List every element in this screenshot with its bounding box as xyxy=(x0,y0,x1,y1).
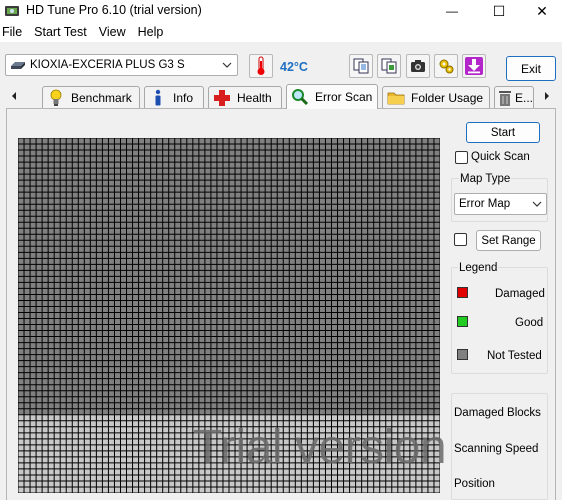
quick-scan-checkbox[interactable] xyxy=(455,151,468,164)
legend-swatch-damaged xyxy=(457,287,468,298)
block-map xyxy=(18,138,440,493)
scanning-speed-label: Scanning Speed xyxy=(454,443,539,455)
set-range-button[interactable]: Set Range xyxy=(476,230,541,251)
tab-label: Error Scan xyxy=(315,90,373,104)
chevron-right-icon xyxy=(545,92,549,100)
tab-info[interactable]: Info xyxy=(144,86,204,108)
map-type-label: Map Type xyxy=(459,173,512,185)
tab-scroll-right[interactable] xyxy=(537,86,557,106)
damaged-blocks-label: Damaged Blocks xyxy=(454,407,541,419)
temperature-button[interactable] xyxy=(249,54,273,78)
legend-label-not-tested: Not Tested xyxy=(487,350,542,362)
menu-view[interactable]: View xyxy=(93,22,132,42)
tab-strip: Benchmark Info Health Error Scan Folder … xyxy=(0,84,562,109)
menu-bar: File Start Test View Help xyxy=(0,22,562,42)
tab-health[interactable]: Health xyxy=(208,86,282,108)
menu-file[interactable]: File xyxy=(0,22,28,42)
copy-screenshot-button[interactable] xyxy=(377,54,401,78)
temperature-readout: 42°C xyxy=(280,60,308,74)
legend-swatch-not-tested xyxy=(457,349,468,360)
close-icon: ✕ xyxy=(536,2,548,19)
tab-label: Health xyxy=(237,90,272,105)
tab-label: Folder Usage xyxy=(411,90,484,105)
legend-label: Legend xyxy=(458,262,499,274)
tab-benchmark[interactable]: Benchmark xyxy=(42,86,140,108)
folder-icon xyxy=(387,89,405,107)
tab-erase[interactable]: E... xyxy=(494,86,534,108)
drive-icon xyxy=(11,62,25,69)
camera-icon xyxy=(411,60,425,72)
minimize-button[interactable]: — xyxy=(430,0,474,22)
tab-label: Info xyxy=(173,90,194,105)
title-bar: HD Tune Pro 6.10 (trial version) — ☐ ✕ xyxy=(0,0,562,22)
wrench-gear-icon xyxy=(439,59,454,74)
copy-image-icon xyxy=(381,58,397,74)
drive-select[interactable]: KIOXIA-EXCERIA PLUS G3 S xyxy=(5,54,238,76)
lightbulb-icon xyxy=(47,89,65,107)
legend-label-damaged: Damaged xyxy=(495,288,545,300)
tab-error-scan[interactable]: Error Scan xyxy=(286,84,378,109)
download-arrow-icon xyxy=(465,57,483,75)
save-button[interactable] xyxy=(462,54,486,78)
menu-help[interactable]: Help xyxy=(132,22,170,42)
health-cross-icon xyxy=(213,89,231,107)
copy-icon xyxy=(353,58,369,74)
window-title: HD Tune Pro 6.10 (trial version) xyxy=(26,3,202,17)
tab-label: E... xyxy=(514,90,533,105)
tab-folder-usage[interactable]: Folder Usage xyxy=(382,86,490,108)
screenshot-button[interactable] xyxy=(406,54,430,78)
tab-scroll-left[interactable] xyxy=(4,86,24,106)
thermometer-icon xyxy=(257,56,265,75)
exit-button[interactable]: Exit xyxy=(506,56,556,81)
minimize-icon: — xyxy=(446,4,458,18)
close-button[interactable]: ✕ xyxy=(520,0,562,22)
start-button[interactable]: Start xyxy=(466,122,540,143)
legend-label-good: Good xyxy=(515,317,544,329)
trash-icon xyxy=(497,89,513,107)
drive-label: KIOXIA-EXCERIA PLUS G3 S xyxy=(30,59,185,71)
maximize-button[interactable]: ☐ xyxy=(477,0,521,22)
chevron-down-icon xyxy=(532,201,542,207)
menu-start-test[interactable]: Start Test xyxy=(28,22,93,42)
toolbar: KIOXIA-EXCERIA PLUS G3 S 42°C Exit xyxy=(0,42,562,84)
hdtune-app-icon xyxy=(5,6,19,16)
tab-label: Benchmark xyxy=(71,90,132,105)
maximize-icon: ☐ xyxy=(492,2,506,19)
options-button[interactable] xyxy=(434,54,458,78)
map-type-value: Error Map xyxy=(459,198,511,210)
chevron-left-icon xyxy=(12,92,16,100)
info-icon xyxy=(149,89,167,107)
chevron-down-icon xyxy=(222,62,232,68)
position-label: Position xyxy=(454,478,495,490)
quick-scan-label: Quick Scan xyxy=(471,151,530,163)
magnifier-icon xyxy=(291,88,309,106)
copy-text-button[interactable] xyxy=(349,54,373,78)
map-type-select[interactable]: Error Map xyxy=(454,193,547,215)
set-range-checkbox[interactable] xyxy=(454,233,467,246)
legend-swatch-good xyxy=(457,316,468,327)
